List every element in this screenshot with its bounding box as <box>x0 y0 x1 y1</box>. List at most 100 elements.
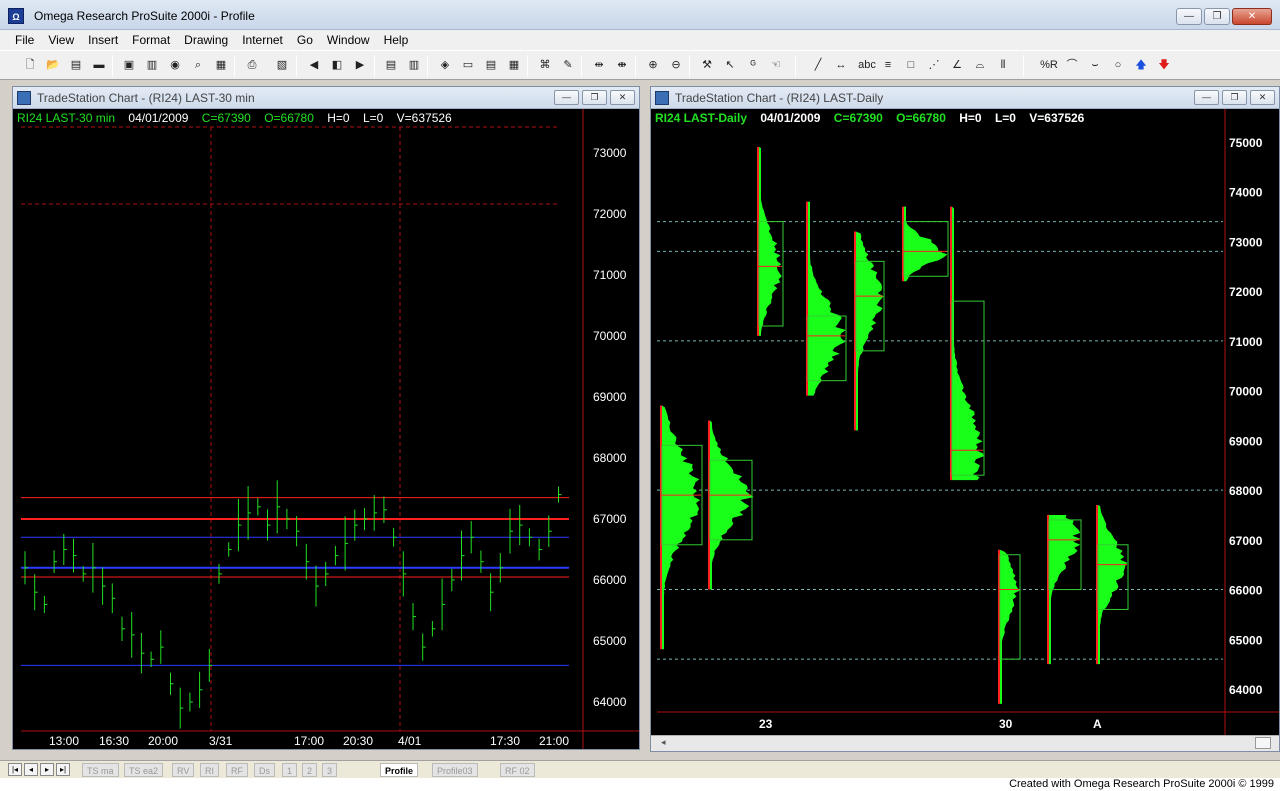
workspace-tab[interactable]: RF <box>226 763 248 777</box>
up-arrow-icon[interactable]: 🡅 <box>1131 56 1151 74</box>
chart-maximize-button[interactable]: ❐ <box>582 90 607 105</box>
chart-icon[interactable]: ▭ <box>458 56 478 74</box>
open-folder-icon[interactable]: 📂 <box>43 56 63 74</box>
scroll-thumb[interactable] <box>1255 737 1271 749</box>
trendline-icon[interactable]: ╱ <box>808 56 828 74</box>
tab-prev-icon[interactable]: ◂ <box>24 763 38 776</box>
arc-icon[interactable]: ⌓ <box>970 56 990 74</box>
save-icon[interactable]: ▣ <box>119 56 139 74</box>
menu-help[interactable]: Help <box>377 31 416 49</box>
x-tick-label: 3/31 <box>209 734 233 748</box>
y-tick-label: 67000 <box>1229 534 1263 548</box>
horizontal-scrollbar[interactable]: ◂ <box>651 735 1279 751</box>
close-button[interactable]: ✕ <box>1232 8 1272 25</box>
minimize-button[interactable]: — <box>1176 8 1202 25</box>
chart-close-button[interactable]: ✕ <box>610 90 635 105</box>
cycle-lines-icon[interactable]: ⦀ <box>993 56 1013 74</box>
scroll-left-arrow-icon[interactable]: ◂ <box>661 737 666 748</box>
chart-maximize-button[interactable]: ❐ <box>1222 90 1247 105</box>
refresh-icon[interactable]: ◉ <box>165 56 185 74</box>
speed-resistance-icon[interactable]: ⌒ <box>1062 56 1082 74</box>
workspace-tab[interactable]: TS ea2 <box>124 763 164 777</box>
horizontal-arrow-icon[interactable]: ↔ <box>831 56 851 74</box>
data-tip-icon[interactable]: ᴳ <box>743 56 763 74</box>
ellipse-icon[interactable]: ○ <box>1108 56 1128 74</box>
volume-profile <box>904 206 948 282</box>
workspace-tab[interactable]: Profile03 <box>432 763 478 777</box>
tab-last-icon[interactable]: ▸| <box>56 763 70 776</box>
expand-icon[interactable]: ◧ <box>327 56 347 74</box>
chart-window-title: TradeStation Chart - (RI24) LAST-Daily <box>675 91 884 105</box>
menu-view[interactable]: View <box>41 31 81 49</box>
y-tick-label: 75000 <box>1229 136 1263 150</box>
grid-icon[interactable]: ▦ <box>504 56 524 74</box>
menu-file[interactable]: File <box>8 31 41 49</box>
tools-icon[interactable]: ⚒ <box>697 56 717 74</box>
chart-area-daily[interactable]: RI24 LAST-Daily 04/01/2009 C=67390 O=667… <box>651 109 1279 735</box>
hand-icon[interactable]: ☜ <box>766 56 786 74</box>
chart-area-30min[interactable]: RI24 LAST-30 min 04/01/2009 C=67390 O=66… <box>13 109 639 749</box>
x-tick-label: 4/01 <box>398 734 422 748</box>
strategy-icon[interactable]: ⌘ <box>535 56 555 74</box>
percent-r-icon[interactable]: %R <box>1038 56 1060 74</box>
chart-minimize-button[interactable]: — <box>554 90 579 105</box>
curve-icon[interactable]: ⌣ <box>1085 56 1105 74</box>
insert-study-icon[interactable]: ▥ <box>404 56 424 74</box>
workspace-tab[interactable]: RV <box>172 763 195 777</box>
horizontal-lines-icon[interactable]: ≡ <box>878 56 898 74</box>
zoom-in-icon[interactable]: ⊕ <box>643 56 663 74</box>
tab-first-icon[interactable]: |◂ <box>8 763 22 776</box>
maximize-button[interactable]: ❐ <box>1204 8 1230 25</box>
text-tool-icon[interactable]: abc <box>856 56 878 74</box>
workspace-tab[interactable]: RI <box>200 763 219 777</box>
workspace-tab[interactable]: RF 02 <box>500 763 535 777</box>
workspace-tab[interactable]: 2 <box>302 763 318 777</box>
tradestation-icon[interactable]: ◈ <box>435 56 455 74</box>
print-icon[interactable]: ⎙ <box>242 56 262 74</box>
app-logo-icon: Ω <box>8 8 24 24</box>
menu-internet[interactable]: Internet <box>235 31 290 49</box>
find-icon[interactable]: ⌕ <box>188 56 208 74</box>
open-workspace-icon[interactable]: ▤ <box>66 56 86 74</box>
volume-profile <box>808 201 846 396</box>
menu-go[interactable]: Go <box>290 31 320 49</box>
insert-indicator-icon[interactable]: ▤ <box>381 56 401 74</box>
zoom-out-icon[interactable]: ⊖ <box>666 56 686 74</box>
menu-drawing[interactable]: Drawing <box>177 31 235 49</box>
properties-icon[interactable]: ▦ <box>211 56 231 74</box>
scroll-right-icon[interactable]: ▶ <box>350 56 370 74</box>
new-file-icon[interactable]: 🗋 <box>20 56 40 74</box>
menu-insert[interactable]: Insert <box>81 31 125 49</box>
chart-window-30min: TradeStation Chart - (RI24) LAST-30 min … <box>12 86 640 750</box>
format-icon[interactable]: ▧ <box>272 56 292 74</box>
y-tick-label: 65000 <box>593 634 627 648</box>
fibonacci-icon[interactable]: ⋰ <box>924 56 944 74</box>
toolbar: 🗋 📂 ▤ ▬ ▣ ▥ ◉ ⌕ ▦ ⎙ ▧ ◀ ◧ ▶ ▤ ▥ ◈ ▭ ▤ ▦ … <box>0 50 1280 80</box>
chart-window-icon[interactable]: ▥ <box>142 56 162 74</box>
workspace-tab[interactable]: TS ma <box>82 763 119 777</box>
down-arrow-icon[interactable]: 🡇 <box>1154 56 1174 74</box>
chart-minimize-button[interactable]: — <box>1194 90 1219 105</box>
scroll-left-icon[interactable]: ◀ <box>304 56 324 74</box>
spread-icon[interactable]: ⇹ <box>589 56 609 74</box>
menu-window[interactable]: Window <box>320 31 377 49</box>
chart-close-button[interactable]: ✕ <box>1250 90 1275 105</box>
market-profile-chart: 75000 74000 73000 72000 71000 70000 69000 68000… <box>657 109 1279 735</box>
x-tick-label: 17:30 <box>490 734 520 748</box>
workspace-tab[interactable]: 1 <box>282 763 298 777</box>
optimize-icon[interactable]: ✎ <box>558 56 578 74</box>
tab-next-icon[interactable]: ▸ <box>40 763 54 776</box>
gann-fan-icon[interactable]: ∠ <box>947 56 967 74</box>
radar-screen-icon[interactable]: ▤ <box>481 56 501 74</box>
status-bar: Created with Omega Research ProSuite 200… <box>0 778 1280 791</box>
workspace-tab[interactable]: Ds <box>254 763 275 777</box>
workspace-tab-active[interactable]: Profile <box>380 763 419 777</box>
close-workspace-icon[interactable]: ▬ <box>89 56 109 74</box>
y-tick-label: 68000 <box>593 451 627 465</box>
workspace-tab[interactable]: 3 <box>322 763 338 777</box>
window-controls: — ❐ ✕ <box>1176 8 1272 25</box>
compress-icon[interactable]: ⇼ <box>612 56 632 74</box>
rectangle-icon[interactable]: □ <box>901 56 921 74</box>
pointer-icon[interactable]: ↖ <box>720 56 740 74</box>
menu-format[interactable]: Format <box>125 31 177 49</box>
